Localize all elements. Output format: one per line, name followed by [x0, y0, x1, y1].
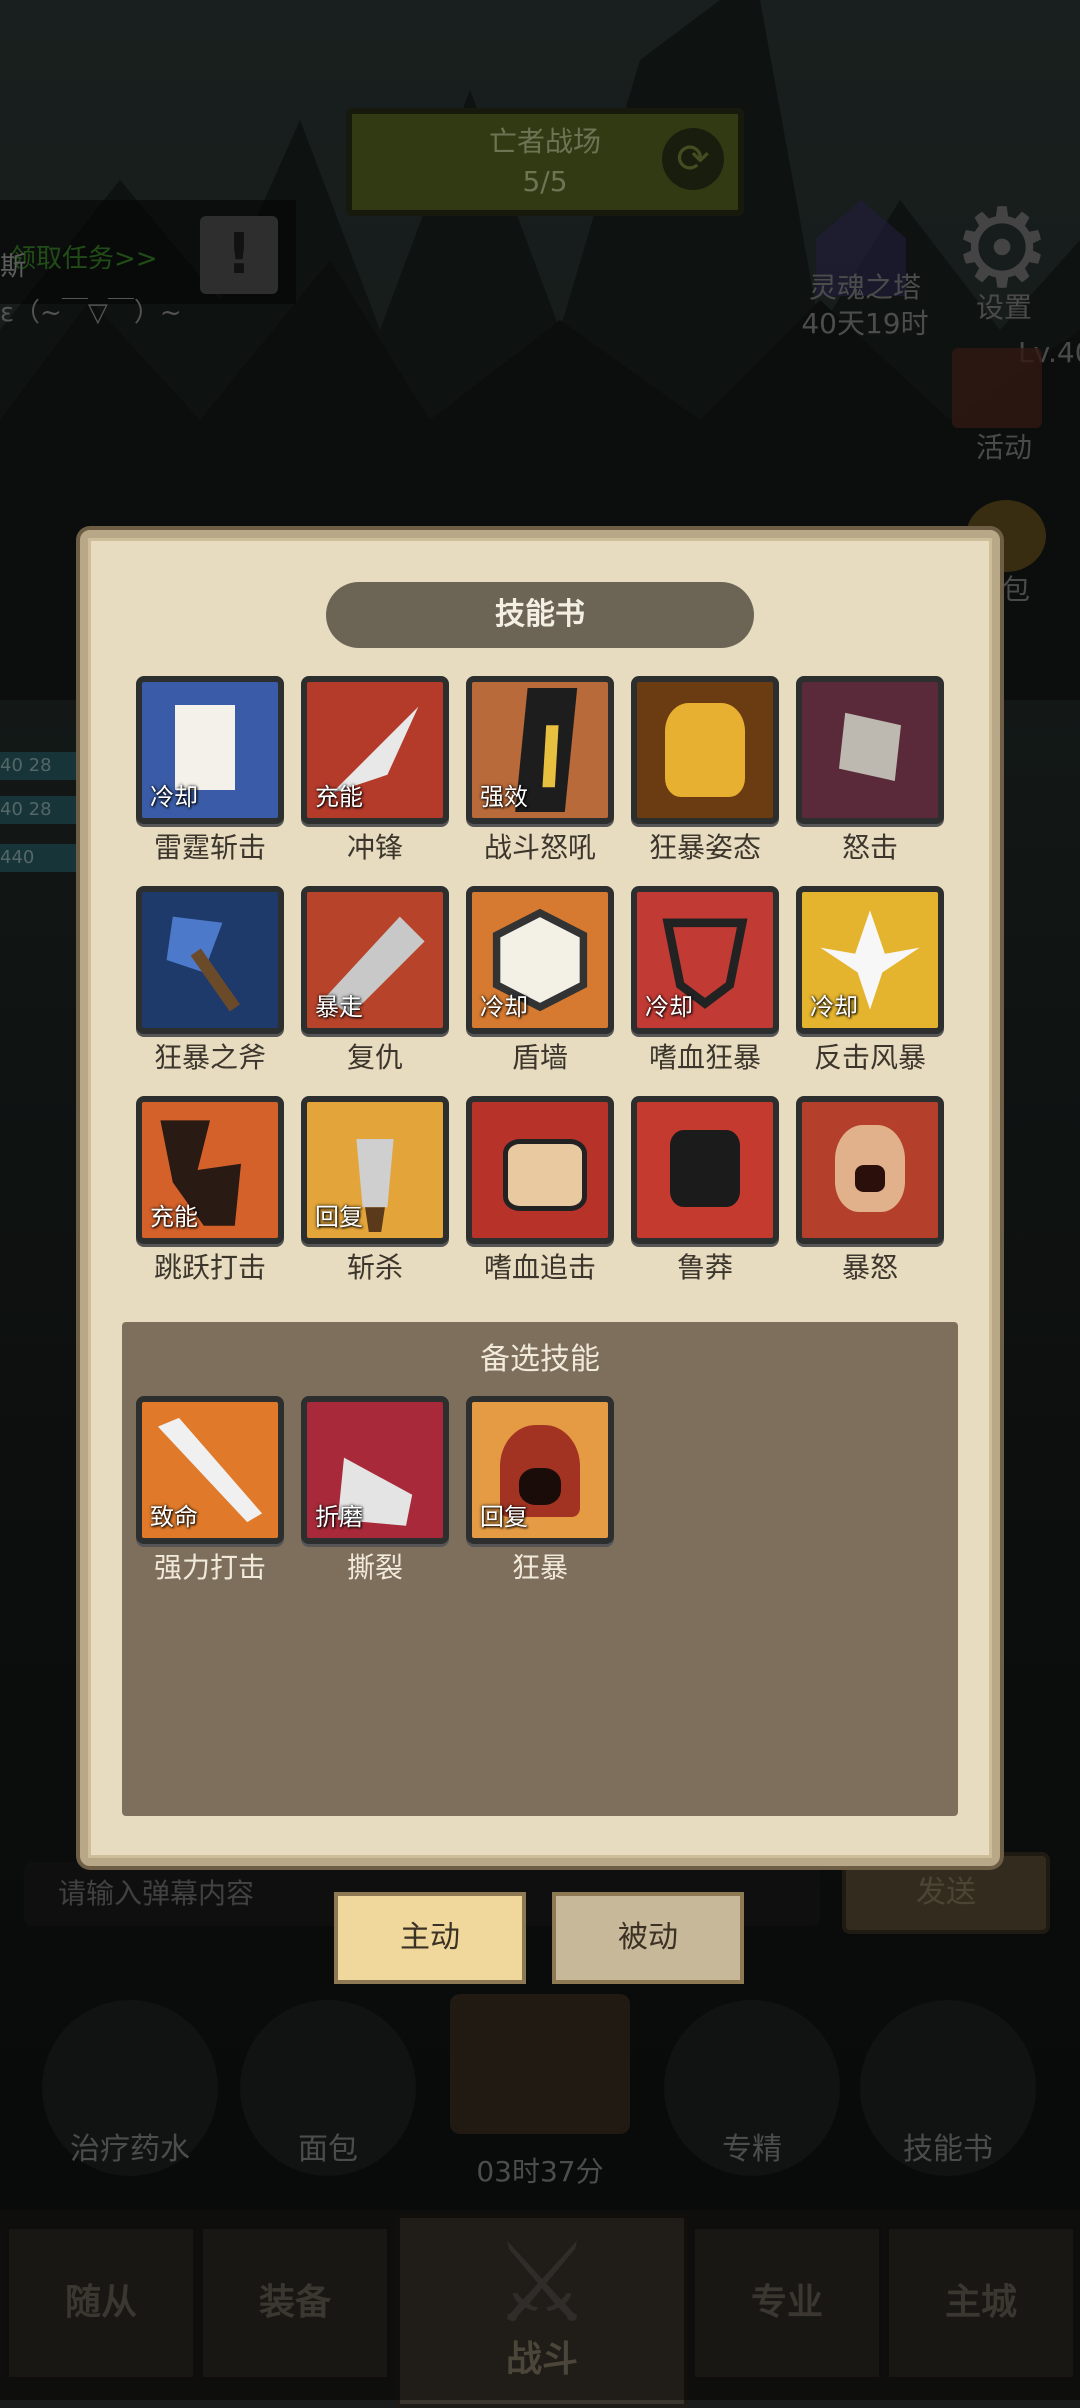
skill-tag: 回复	[315, 1203, 363, 1231]
skill-art	[148, 898, 272, 1022]
skill-book-title: 技能书	[326, 582, 754, 648]
skill-icon[interactable]: 充能	[136, 1096, 284, 1244]
skill-name: 盾墙	[511, 1041, 568, 1074]
skill-name: 斩杀	[346, 1251, 403, 1284]
skill-name: 战斗怒吼	[483, 831, 596, 864]
skill-tag: 冷却	[150, 783, 198, 811]
skill-icon[interactable]: 折磨	[301, 1396, 449, 1544]
skill-icon[interactable]	[631, 1096, 779, 1244]
skill-name: 暴怒	[841, 1251, 898, 1284]
skill-tag: 冷却	[480, 993, 528, 1021]
skill-name: 反击风暴	[813, 1041, 926, 1074]
skill-icon[interactable]	[631, 676, 779, 824]
skill-tag: 充能	[150, 1203, 198, 1231]
tab-passive-skills[interactable]: 被动	[552, 1892, 744, 1984]
skill-name: 跳跃打击	[153, 1251, 266, 1284]
skill-name: 嗜血追击	[483, 1251, 596, 1284]
skill-tag: 强效	[480, 783, 528, 811]
skill-icon[interactable]	[136, 886, 284, 1034]
skill-art	[478, 1108, 602, 1232]
skill-name: 嗜血狂暴	[648, 1041, 761, 1074]
skill-tag: 冷却	[645, 993, 693, 1021]
skill-icon[interactable]: 回复	[301, 1096, 449, 1244]
skill-name: 狂暴之斧	[153, 1041, 266, 1074]
skill-tag: 暴走	[315, 993, 363, 1021]
skill-icon[interactable]: 充能	[301, 676, 449, 824]
skill-art	[643, 688, 767, 812]
skill-tag: 折磨	[315, 1503, 363, 1531]
skill-art	[643, 1108, 767, 1232]
skill-art	[808, 688, 932, 812]
skill-tag: 冷却	[810, 993, 858, 1021]
skill-art	[808, 1108, 932, 1232]
skill-icon[interactable]: 回复	[466, 1396, 614, 1544]
skill-name: 冲锋	[346, 831, 403, 864]
skill-tag: 充能	[315, 783, 363, 811]
skill-icon[interactable]	[796, 676, 944, 824]
skill-icon[interactable]: 致命	[136, 1396, 284, 1544]
skill-name: 撕裂	[346, 1551, 403, 1584]
tab-active-skills[interactable]: 主动	[334, 1892, 526, 1984]
skill-name: 鲁莽	[676, 1251, 733, 1284]
skill-icon[interactable]: 冷却	[136, 676, 284, 824]
skill-tag: 回复	[480, 1503, 528, 1531]
skill-icon[interactable]: 冷却	[466, 886, 614, 1034]
skill-icon[interactable]: 强效	[466, 676, 614, 824]
alternate-skills-title: 备选技能	[480, 1342, 600, 1377]
skill-icon[interactable]: 冷却	[796, 886, 944, 1034]
skill-icon[interactable]	[796, 1096, 944, 1244]
skill-icon[interactable]: 冷却	[631, 886, 779, 1034]
skill-name: 雷霆斩击	[153, 831, 266, 864]
skill-name: 狂暴	[511, 1551, 568, 1584]
skill-icon[interactable]: 暴走	[301, 886, 449, 1034]
skill-tag: 致命	[150, 1503, 198, 1531]
skill-name: 狂暴姿态	[648, 831, 761, 864]
skill-name: 强力打击	[153, 1551, 266, 1584]
skill-name: 怒击	[841, 831, 898, 864]
skill-name: 复仇	[346, 1041, 403, 1074]
skill-icon[interactable]	[466, 1096, 614, 1244]
